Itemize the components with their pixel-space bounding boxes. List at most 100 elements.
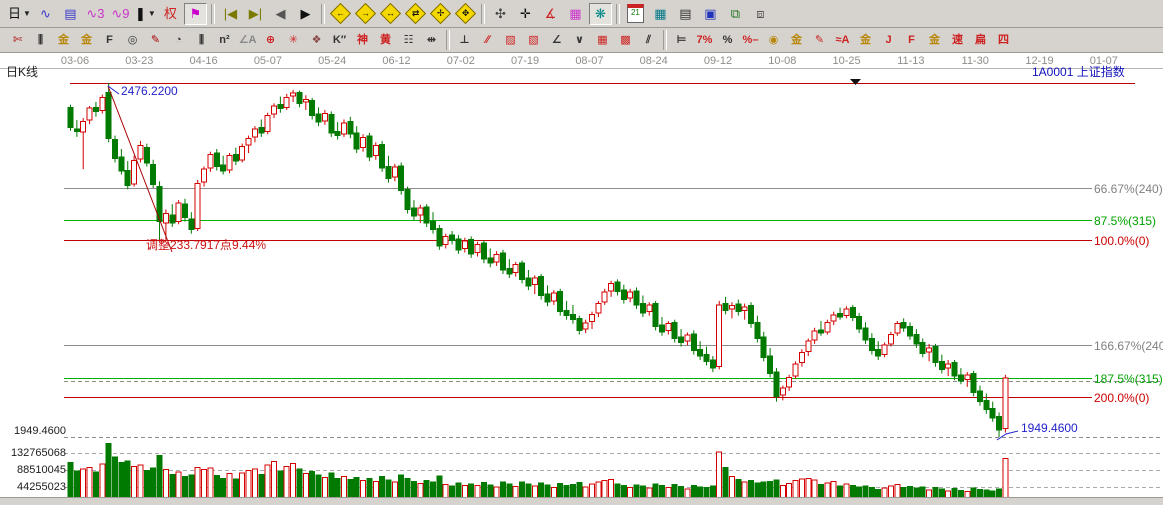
wave-band-tool[interactable]: ≈A [832, 30, 853, 50]
drawing-toolbar: ✄⫼金金F◎✎◔⫼n²∠A⊕✳❖K″神黄☷⇹⊥∕∕▨▧∠∨▦▩⫽⊨7%%%–◉金… [0, 28, 1163, 53]
candle-body [939, 361, 944, 369]
band-lines-tool[interactable]: 扁 [970, 30, 991, 50]
candle-body [132, 160, 137, 184]
send-to-pc-button[interactable]: ⧈ [749, 3, 772, 25]
candle-body [208, 154, 213, 167]
grid-window-button[interactable]: ▦ [564, 3, 587, 25]
f10-info-button[interactable]: ▤ [59, 3, 82, 25]
candle-body [691, 334, 696, 351]
candle-body [431, 222, 436, 230]
gold-gann-tool[interactable]: 黄 [375, 30, 396, 50]
angle-fan-tool[interactable]: ∠ [546, 30, 567, 50]
eraser-knife-tool[interactable]: ✄ [7, 30, 28, 50]
gann-fan-tool-icon: ∕∕ [486, 35, 490, 46]
candle-body [303, 99, 308, 102]
last-page-button[interactable]: ▶| [244, 3, 267, 25]
slant-lines-tool[interactable]: ⫽ [638, 30, 659, 50]
notes-button[interactable]: ▤ [674, 3, 697, 25]
spiral-tool-icon: ◎ [128, 35, 138, 46]
cycle-circle-tool[interactable]: ◔ [168, 30, 189, 50]
pencil-tool[interactable]: ✎ [145, 30, 166, 50]
zoom-right-diamond-button[interactable]: → [354, 3, 377, 25]
page-left-button[interactable]: ◀ [269, 3, 292, 25]
first-page-button[interactable]: |◀ [219, 3, 242, 25]
crosshair-button[interactable]: ✛ [514, 3, 537, 25]
j-lines-tool[interactable]: J [878, 30, 899, 50]
percent-lines-tool[interactable]: ⫼ [191, 30, 212, 50]
numbered-grid-tool[interactable]: ☷ [398, 30, 419, 50]
candle-body [93, 107, 98, 111]
fan-box-tool-2[interactable]: ▧ [523, 30, 544, 50]
gold-circle-tool[interactable]: ◉ [763, 30, 784, 50]
candle-body [977, 391, 982, 402]
red-grid-tool-1[interactable]: ▦ [592, 30, 613, 50]
f-lines-tool[interactable]: F [901, 30, 922, 50]
save-button[interactable]: ▣ [699, 3, 722, 25]
candle-body [723, 304, 728, 311]
candle-body [284, 97, 289, 107]
candle-body [621, 290, 626, 299]
date-tick: 06-12 [377, 55, 417, 67]
calculator-button[interactable]: ▦ [649, 3, 672, 25]
zoom-left-diamond-button-icon: ← [330, 3, 351, 24]
network-button[interactable]: ⧉ [724, 3, 747, 25]
gold-lines-tool-2[interactable]: 金 [855, 30, 876, 50]
chart-overlay [0, 52, 1163, 505]
fan-box-tool-1[interactable]: ▨ [500, 30, 521, 50]
gold-lines-tool-1[interactable]: 金 [786, 30, 807, 50]
four-lines-tool[interactable]: 四 [993, 30, 1014, 50]
circle-target-tool[interactable]: ⊕ [260, 30, 281, 50]
percent-drop-tool[interactable]: 7% [694, 30, 715, 50]
red-pencil-tool[interactable]: ✎ [809, 30, 830, 50]
fibonacci-lines-tool[interactable]: F [99, 30, 120, 50]
first-page-button-icon: |◀ [224, 7, 237, 20]
angle-line-tool[interactable]: ∠A [237, 30, 258, 50]
zoom-horizontal-diamond-button[interactable]: ↔ [379, 3, 402, 25]
indicator-pane3-button[interactable]: ∿3 [84, 3, 107, 25]
stats-bars-tool[interactable]: ⊨ [671, 30, 692, 50]
period-day-button[interactable]: 日▼ [7, 3, 32, 25]
toolbar-separator [616, 4, 620, 24]
zoom-all-diamond-button[interactable]: ✥ [454, 3, 477, 25]
k-note-tool[interactable]: K″ [329, 30, 350, 50]
speed-lines-tool[interactable]: 速 [947, 30, 968, 50]
candle-style-button[interactable]: ❚▼ [134, 3, 157, 25]
gold-lines-tool-3[interactable]: 金 [924, 30, 945, 50]
star-rays-tool[interactable]: ✳ [283, 30, 304, 50]
percent-tool-icon: % [723, 35, 733, 46]
angle-fan-tool-icon: ∠ [552, 35, 562, 46]
grid-lines-tool[interactable]: ⫼ [30, 30, 51, 50]
pan-hand-button[interactable]: ✣ [489, 3, 512, 25]
golden-section-tool-2[interactable]: 金 [76, 30, 97, 50]
candle-body [500, 253, 505, 270]
n-squared-tool[interactable]: n² [214, 30, 235, 50]
page-right-button[interactable]: ▶ [294, 3, 317, 25]
angle-measure-button[interactable]: ∡ [539, 3, 562, 25]
exrights-button[interactable]: 权 [159, 3, 182, 25]
spiderweb-tool[interactable]: ❖ [306, 30, 327, 50]
volume-scale-label-3: 44255023 [2, 481, 66, 493]
candle-body [513, 265, 518, 273]
red-grid-tool-2[interactable]: ▩ [615, 30, 636, 50]
box-anchor-tool[interactable]: ⊥ [454, 30, 475, 50]
pan-hand-button-icon: ✣ [495, 7, 506, 20]
percent-line-tool[interactable]: %– [740, 30, 761, 50]
zoom-left-diamond-button[interactable]: ← [329, 3, 352, 25]
color-volume-button[interactable]: ⚑ [184, 3, 207, 25]
v-line-tool[interactable]: ∨ [569, 30, 590, 50]
spiral-tool[interactable]: ◎ [122, 30, 143, 50]
percent-tool[interactable]: % [717, 30, 738, 50]
gann-fan-tool[interactable]: ∕∕ [477, 30, 498, 50]
candle-body [462, 241, 467, 248]
zoom-swap-diamond-button[interactable]: ⇄ [404, 3, 427, 25]
indicator-pane9-button[interactable]: ∿9 [109, 3, 132, 25]
gann-tool[interactable]: 神 [352, 30, 373, 50]
zoom-out-diamond-button[interactable]: ✢ [429, 3, 452, 25]
width-measure-tool[interactable]: ⇹ [421, 30, 442, 50]
smart-analysis-button[interactable]: ❋ [589, 3, 612, 25]
intraday-chart-button[interactable]: ∿ [34, 3, 57, 25]
golden-section-tool-1[interactable]: 金 [53, 30, 74, 50]
gold-lines-tool-2-icon: 金 [860, 35, 871, 46]
candle-body [729, 306, 734, 309]
calendar-button[interactable]: 21 [624, 3, 647, 25]
